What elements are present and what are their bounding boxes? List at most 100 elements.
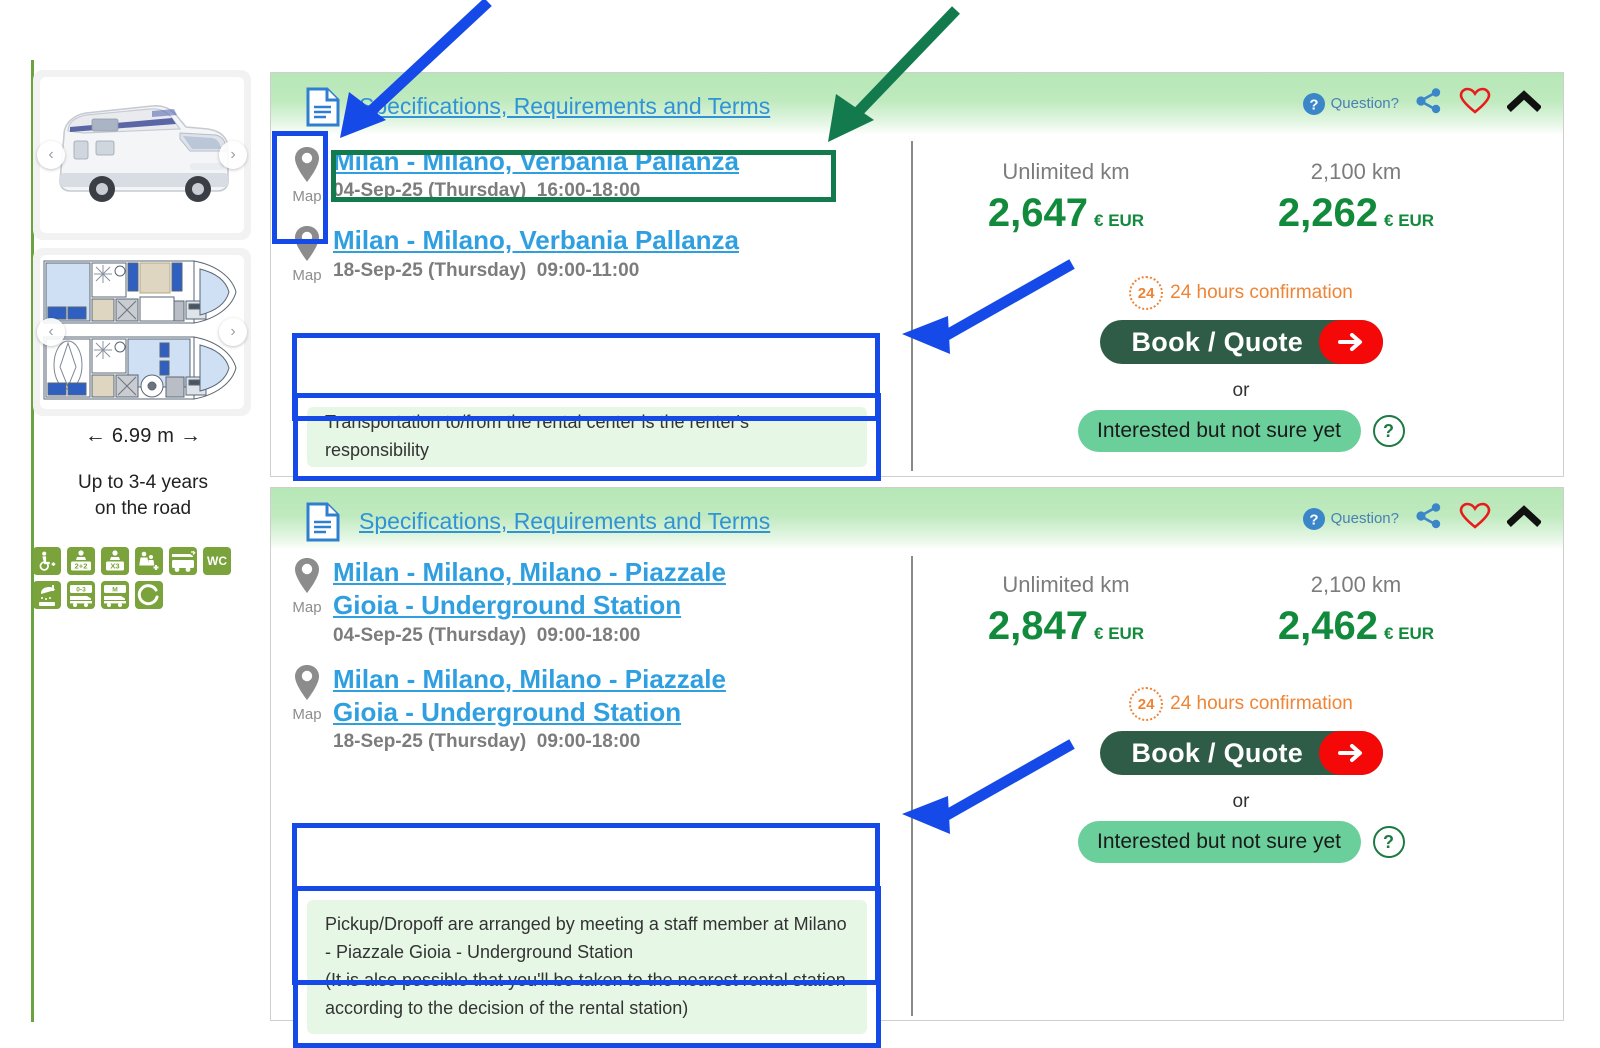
prev-icon: ‹ xyxy=(48,323,54,340)
age-0-3-icon[interactable]: 0-3 xyxy=(67,581,95,610)
map-pin-icon xyxy=(295,664,319,700)
floorplan-next-button[interactable]: › xyxy=(219,318,247,346)
dropoff-time: 09:00-18:00 xyxy=(536,731,641,753)
dropoff-location-2: Map Milan - Milano, Milano - Piazzale Gi… xyxy=(271,663,891,754)
listing-header-actions-1: ? Question? xyxy=(1302,87,1542,120)
chevron-up-icon[interactable] xyxy=(1506,89,1542,118)
specifications-link[interactable]: Specifications, Requirements and Terms xyxy=(359,93,770,120)
document-icon[interactable] xyxy=(305,502,341,547)
vehicle-length: ← 6.99 m → xyxy=(33,424,253,448)
dropoff-location-link-2-line2[interactable]: Gioia - Underground Station xyxy=(333,696,891,729)
confirmation-badge-1: 24 24 hours confirmation xyxy=(921,276,1561,310)
berths-2plus2-icon[interactable]: 2+2 xyxy=(67,547,95,576)
map-pin-button-dropoff-2[interactable]: Map xyxy=(287,663,327,723)
pickup-time: 16:00-18:00 xyxy=(536,180,641,202)
interested-button-1[interactable]: Interested but not sure yet xyxy=(1077,410,1361,452)
share-icon[interactable] xyxy=(1415,503,1443,534)
question-label: Question? xyxy=(1330,510,1399,527)
prev-icon: ‹ xyxy=(48,146,54,163)
pickup-location-link-2-line2[interactable]: Gioia - Underground Station xyxy=(333,589,891,622)
help-icon-1[interactable]: ? xyxy=(1372,415,1405,447)
manual-transmission-icon[interactable]: M xyxy=(101,581,129,610)
price-column-1: Unlimited km 2,647 € EUR 2,100 km 2,262 € … xyxy=(921,135,1561,452)
refresh-c-icon[interactable] xyxy=(135,581,163,610)
family-plus-icon[interactable] xyxy=(135,547,163,576)
question-mark-icon: ? xyxy=(1302,507,1325,530)
note-box-1: Transportation to/from the rental center… xyxy=(293,393,881,481)
price-currency: € EUR xyxy=(1094,211,1145,230)
listing-header-2: Specifications, Requirements and Terms ?… xyxy=(271,488,1563,550)
price-row-1: Unlimited km 2,647 € EUR 2,100 km 2,262 € … xyxy=(921,159,1561,236)
shower-icon[interactable] xyxy=(33,581,61,610)
vehicle-age: Up to 3-4 years on the road xyxy=(33,470,253,521)
dropoff-datetime-2: 18-Sep-25 (Thursday) 09:00-18:00 xyxy=(333,731,891,753)
dropoff-location-link-2[interactable]: Milan - Milano, Milano - Piazzale xyxy=(333,663,891,696)
floorplan-prev-button[interactable]: ‹ xyxy=(37,318,65,346)
confirmation-badge-2: 24 24 hours confirmation xyxy=(921,687,1561,721)
seats-x3-icon[interactable]: X3 xyxy=(101,547,129,576)
map-pin-button-dropoff-1[interactable]: Map xyxy=(287,224,327,284)
dropoff-datetime-1: 18-Sep-25 (Thursday) 09:00-11:00 xyxy=(333,260,891,282)
specifications-link[interactable]: Specifications, Requirements and Terms xyxy=(359,508,770,535)
note-text-2: Pickup/Dropoff are arranged by meeting a… xyxy=(325,914,847,1018)
dropoff-location-link-1[interactable]: Milan - Milano, Verbania Pallanza xyxy=(333,225,739,255)
listing-card-1: Specifications, Requirements and Terms ?… xyxy=(270,72,1564,481)
motorhome-exterior-illustration xyxy=(59,105,229,202)
price-value: 2,462 € EUR xyxy=(1211,604,1501,649)
book-quote-button-1[interactable]: Book / Quote xyxy=(1099,320,1383,364)
floorplan-image xyxy=(40,255,244,409)
confirmation-text: 24 hours confirmation xyxy=(1170,282,1353,303)
pickup-location-link-1[interactable]: Milan - Milano, Verbania Pallanza xyxy=(333,146,739,176)
pickup-location-link-2[interactable]: Milan - Milano, Milano - Piazzale xyxy=(333,556,891,589)
photo-prev-button[interactable]: ‹ xyxy=(37,141,65,169)
vehicle-length-icon[interactable] xyxy=(169,547,197,576)
rental-results-page: ‹ › ‹ › ← 6.99 m → Up to 3-4 years on th… xyxy=(0,0,1600,1048)
price-currency: € EUR xyxy=(1384,211,1435,230)
vehicle-length-value: 6.99 m xyxy=(111,425,175,447)
floorplan-card[interactable]: ‹ › xyxy=(33,248,251,416)
question-button[interactable]: ? Question? xyxy=(1302,507,1399,531)
price-cell-limited-2: 2,100 km 2,462 € EUR xyxy=(1211,572,1501,649)
listing-header-1: Specifications, Requirements and Terms ?… xyxy=(271,73,1563,135)
heart-icon[interactable] xyxy=(1459,502,1491,535)
document-icon[interactable] xyxy=(305,87,341,132)
cta-block-2: 24 24 hours confirmation Book / Quote or… xyxy=(921,687,1561,863)
toilet-wc-icon[interactable]: WC xyxy=(203,547,231,576)
interest-row-1: Interested but not sure yet ? xyxy=(921,410,1561,452)
map-pin-button-pickup-1[interactable]: Map xyxy=(287,145,327,205)
book-quote-button-2[interactable]: Book / Quote xyxy=(1099,731,1383,775)
pickup-time: 09:00-18:00 xyxy=(536,624,641,646)
arrow-left-icon: ← xyxy=(84,424,107,447)
photo-next-button[interactable]: › xyxy=(219,141,247,169)
map-label: Map xyxy=(292,267,322,285)
pickup-datetime-1: 04-Sep-25 (Thursday) 16:00-18:00 xyxy=(333,180,891,202)
chevron-up-icon[interactable] xyxy=(1506,504,1542,533)
book-quote-label: Book / Quote xyxy=(1131,737,1304,768)
price-value: 2,262 € EUR xyxy=(1211,191,1501,236)
map-pin-button-pickup-2[interactable]: Map xyxy=(287,556,327,616)
question-button[interactable]: ? Question? xyxy=(1302,92,1399,116)
note-inner-1: Transportation to/from the rental center… xyxy=(307,407,867,467)
interested-button-2[interactable]: Interested but not sure yet xyxy=(1077,821,1361,863)
price-value: 2,647 € EUR xyxy=(921,191,1211,236)
arrow-right-icon xyxy=(1318,731,1383,775)
share-icon[interactable] xyxy=(1415,88,1443,119)
note-box-2: Pickup/Dropoff are arranged by meeting a… xyxy=(293,886,881,1048)
svg-text:M: M xyxy=(112,587,118,594)
svg-text:X3: X3 xyxy=(110,562,119,571)
map-label: Map xyxy=(292,599,322,616)
arrow-right-icon xyxy=(1318,320,1383,364)
next-icon: › xyxy=(230,146,236,163)
wheelchair-plus-icon[interactable] xyxy=(33,547,61,576)
heart-icon[interactable] xyxy=(1459,87,1491,120)
help-icon-2[interactable]: ? xyxy=(1372,826,1405,858)
km-label: 2,100 km xyxy=(1310,572,1402,597)
vehicle-photo xyxy=(40,77,244,233)
pickup-location-1: Map Milan - Milano, Verbania Pallanza 04… xyxy=(271,145,891,205)
or-label-2: or xyxy=(1232,791,1250,812)
vehicle-photo-card[interactable]: ‹ › xyxy=(33,70,251,240)
column-divider-2 xyxy=(911,556,913,1016)
next-icon: › xyxy=(230,323,236,340)
cta-block-1: 24 24 hours confirmation Book / Quote or… xyxy=(921,276,1561,452)
pickup-date: 04-Sep-25 (Thursday) xyxy=(333,180,527,202)
